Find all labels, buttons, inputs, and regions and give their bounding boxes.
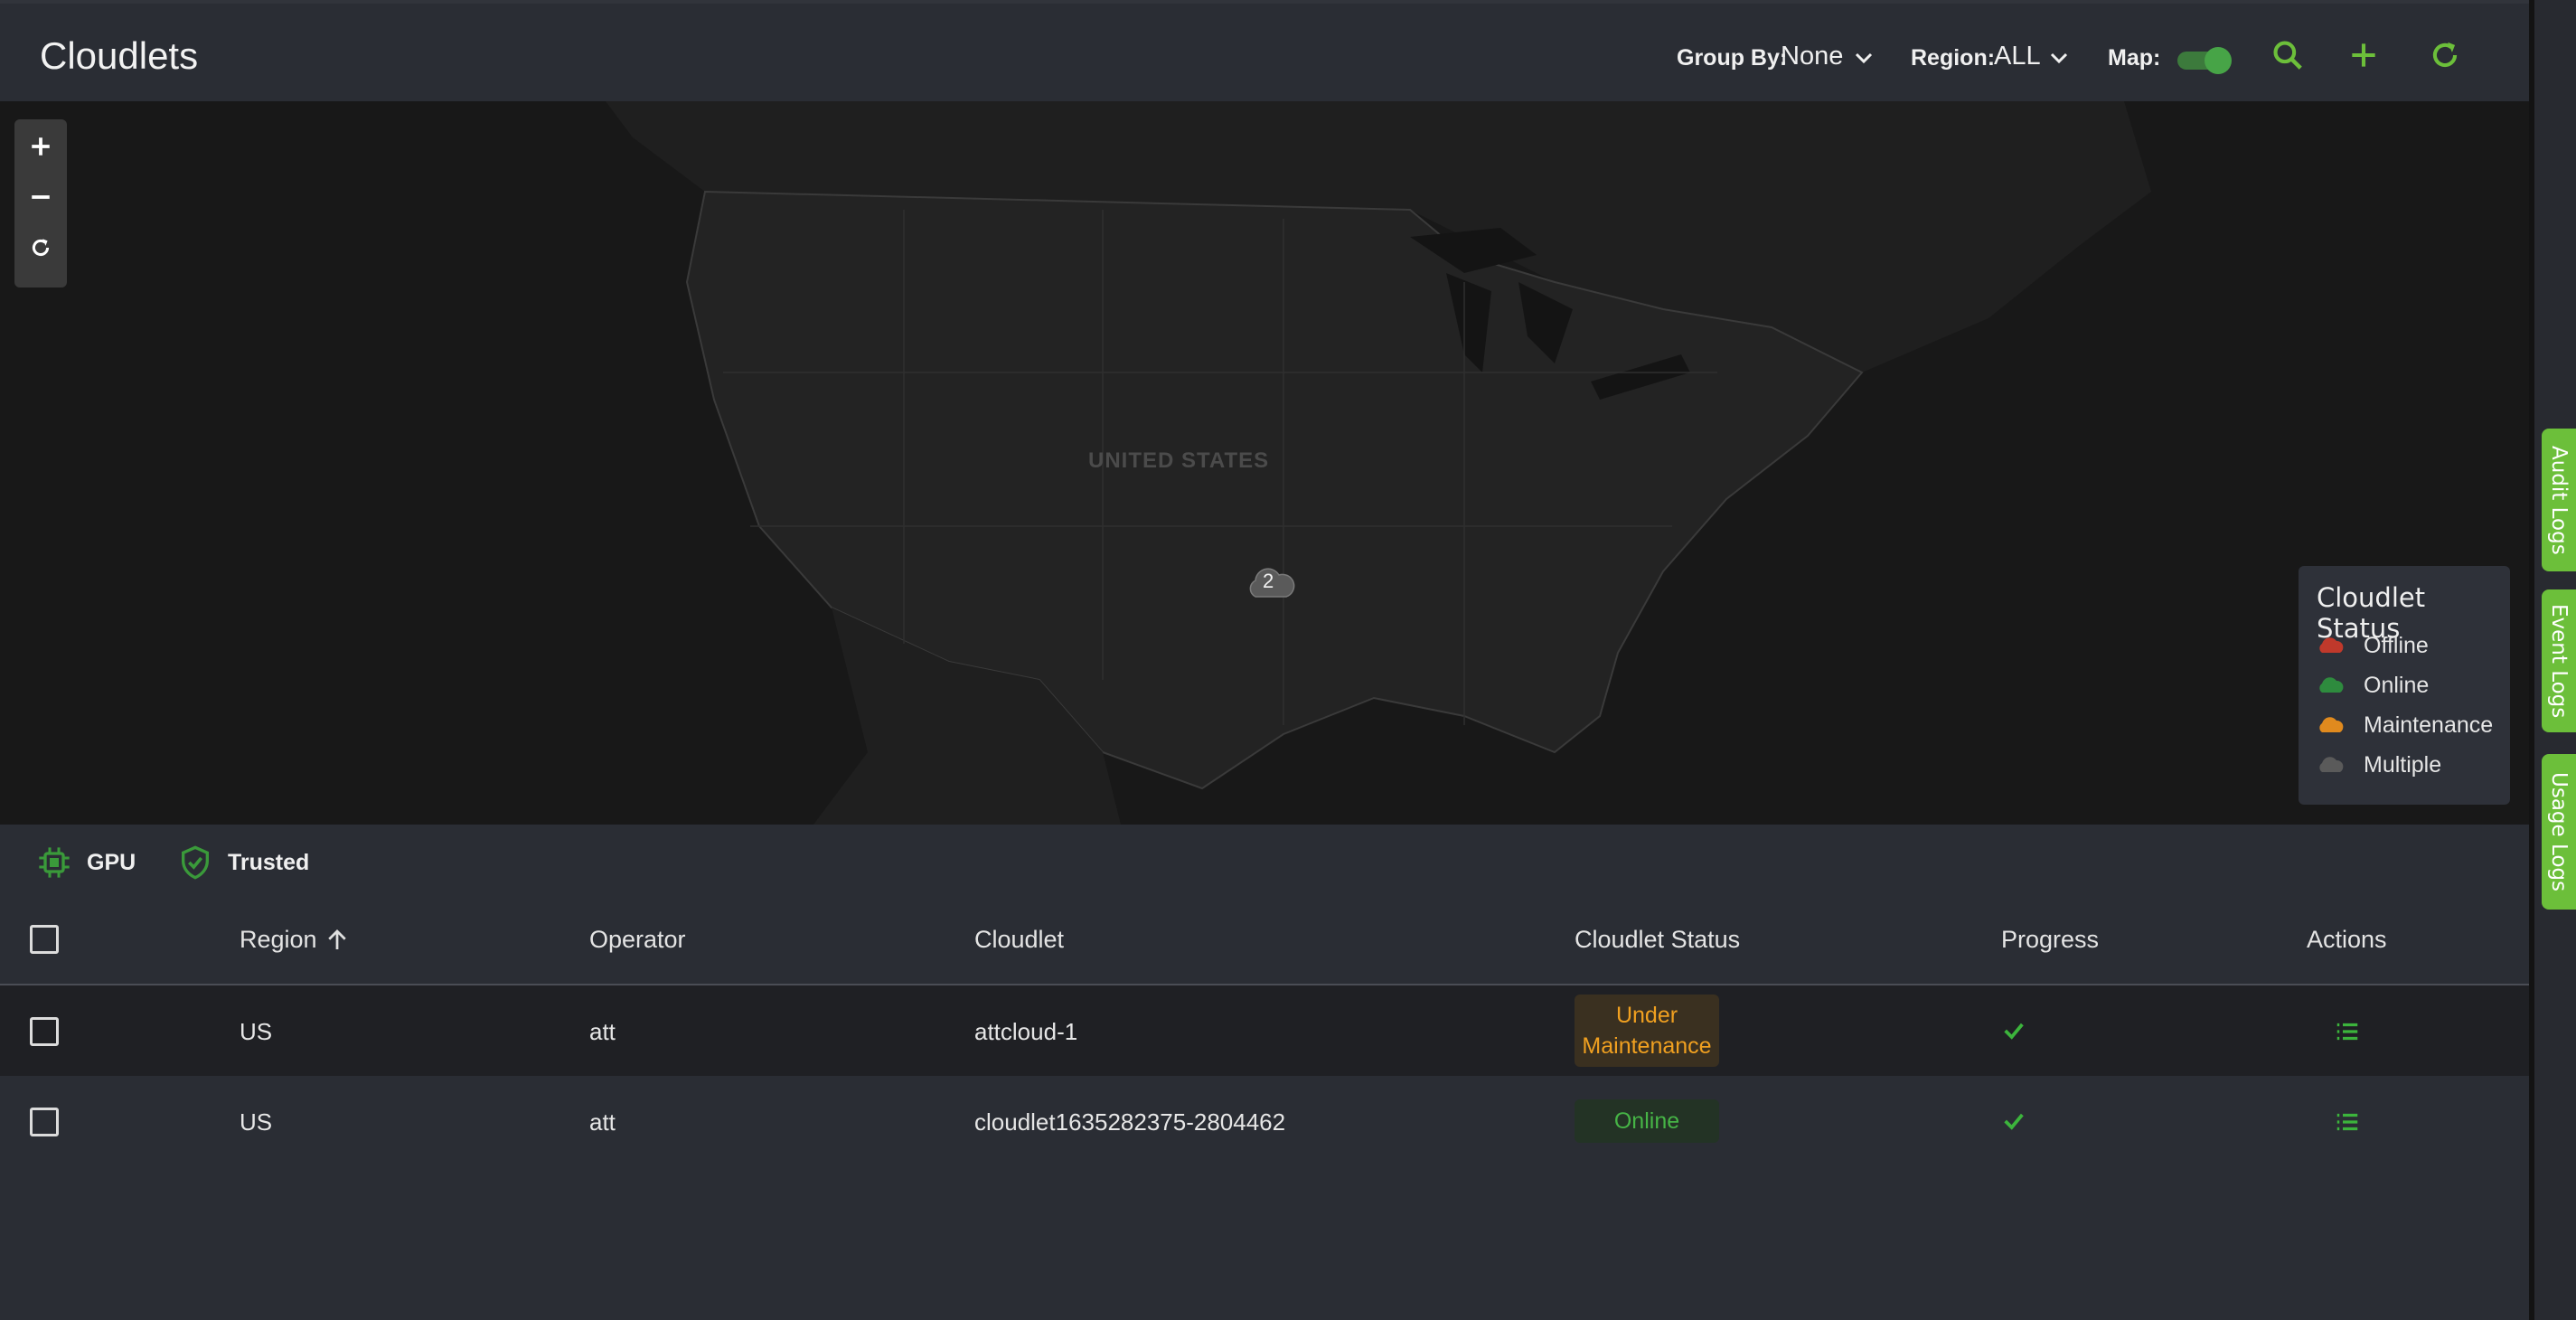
group-by-select[interactable]: None [1781,42,1843,71]
map-label: Map: [2108,45,2161,71]
table-row[interactable]: US att attcloud-1 Under Maintenance [0,985,2529,1076]
map-view[interactable]: UNITED STATES 2 Cloudlet Status Offline … [0,101,2529,825]
column-header-region[interactable]: Region [240,926,317,954]
operator-cell: att [589,1018,616,1045]
select-all-checkbox[interactable] [30,925,59,954]
operator-cell: att [589,1108,616,1136]
check-icon [2004,1023,2024,1040]
zoom-controls [14,119,67,288]
zoom-in-button[interactable] [14,121,67,172]
cloudlet-cluster-marker[interactable]: 2 [1243,564,1297,607]
region-cell: US [240,1018,273,1045]
chevron-down-icon[interactable] [2048,47,2070,69]
column-header-actions: Actions [2307,926,2387,953]
event-logs-tab[interactable]: Event Logs [2542,589,2576,732]
sort-ascending-icon[interactable] [324,926,351,955]
row-checkbox[interactable] [30,1017,59,1046]
cloud-offline-icon [2319,637,2344,653]
audit-logs-tab[interactable]: Audit Logs [2542,429,2576,571]
column-header-cloudlet[interactable]: Cloudlet [974,926,1064,954]
chevron-down-icon[interactable] [1853,47,1875,69]
group-by-label: Group By: [1677,45,1788,71]
add-icon[interactable] [2346,38,2381,72]
table-header: Region Operator Cloudlet Cloudlet Status… [0,902,2529,985]
region-label: Region: [1911,45,1996,71]
app-window: Cloudlets Group By: None Region: ALL Map… [0,0,2529,1320]
usage-logs-tab[interactable]: Usage Logs [2542,754,2576,910]
page-title: Cloudlets [40,34,199,77]
legend-item-online: Online [2315,667,2429,703]
zoom-out-icon [32,195,50,199]
table-row[interactable]: US att cloudlet1635282375-2804462 Online [0,1076,2529,1166]
refresh-icon[interactable] [2428,38,2462,72]
row-checkbox[interactable] [30,1108,59,1136]
actions-menu-icon[interactable] [2332,1108,2363,1136]
column-header-cloudlet-status[interactable]: Cloudlet Status [1575,926,1740,954]
status-badge: Under Maintenance [1575,995,1719,1067]
region-select[interactable]: ALL [1994,42,2041,71]
cloudlet-cell: attcloud-1 [974,1018,1078,1045]
filter-bar: GPU Trusted [0,825,2529,902]
cluster-count: 2 [1263,570,1274,592]
map-toggle-knob[interactable] [2205,47,2232,74]
actions-menu-icon[interactable] [2332,1018,2363,1045]
gpu-chip-icon [39,847,70,878]
legend-item-offline: Offline [2315,627,2429,664]
cloudlet-cell: cloudlet1635282375-2804462 [974,1108,1286,1136]
column-header-progress: Progress [2001,926,2100,953]
cloud-maintenance-icon [2319,717,2344,732]
country-label: UNITED STATES [1088,448,1270,473]
reset-view-button[interactable] [14,222,67,273]
reset-view-icon [32,239,50,257]
status-legend: Cloudlet Status Offline Online Maintenan… [2299,566,2510,805]
gpu-filter[interactable]: GPU [36,844,136,881]
top-bar: Cloudlets Group By: None Region: ALL Map… [0,0,2529,101]
search-icon[interactable] [2270,38,2305,72]
legend-item-maintenance: Maintenance [2315,707,2493,743]
status-badge: Online [1575,1099,1719,1143]
zoom-in-icon [32,137,50,156]
region-cell: US [240,1108,273,1136]
cloud-multiple-icon [2319,757,2344,772]
check-icon [2004,1113,2024,1130]
cloud-online-icon [2319,677,2344,693]
legend-item-multiple: Multiple [2315,747,2441,783]
shield-check-icon [182,845,209,880]
vertical-scrollbar[interactable] [2529,0,2534,1320]
zoom-out-button[interactable] [14,172,67,222]
column-header-operator[interactable]: Operator [589,926,686,954]
trusted-filter[interactable]: Trusted [177,844,309,881]
